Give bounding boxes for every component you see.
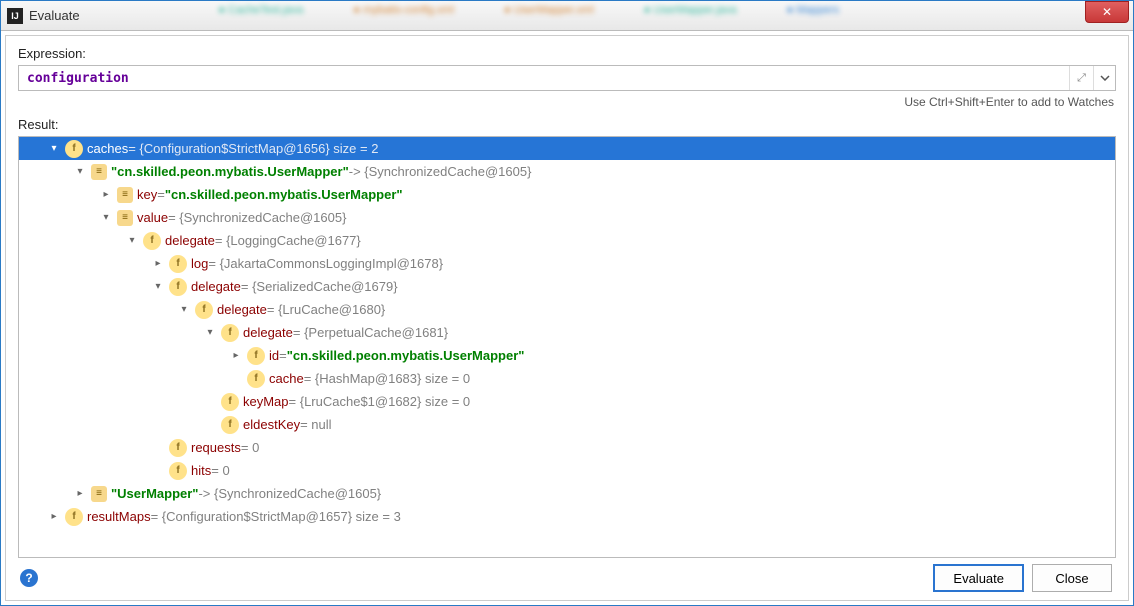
node-value: = {LruCache@1680} (267, 302, 385, 317)
field-icon: f (169, 255, 187, 273)
window-close-button[interactable]: ✕ (1085, 1, 1129, 23)
hint-text: Use Ctrl+Shift+Enter to add to Watches (18, 91, 1116, 117)
node-key: resultMaps (87, 509, 151, 524)
titlebar: IJ Evaluate ● CacheTest.java● mybatis-co… (1, 1, 1133, 31)
node-key: value (137, 210, 168, 225)
tree-row[interactable]: ▸ ≡ "UserMapper" -> {SynchronizedCache@160… (19, 482, 1115, 505)
field-icon: f (65, 140, 83, 158)
map-entry-icon: ≡ (117, 187, 133, 203)
field-icon: f (221, 416, 239, 434)
field-icon: f (247, 370, 265, 388)
node-value: "cn.skilled.peon.mybatis.UserMapper" (287, 348, 525, 363)
app-icon: IJ (7, 8, 23, 24)
field-icon: f (143, 232, 161, 250)
chevron-down-icon[interactable]: ▾ (125, 235, 139, 246)
node-key: requests (191, 440, 241, 455)
tree-row[interactable]: ▾ f delegate = {PerpetualCache@1681} (19, 321, 1115, 344)
map-entry-icon: ≡ (117, 210, 133, 226)
node-key: cache (269, 371, 304, 386)
node-key: log (191, 256, 208, 271)
tree-row[interactable]: fcache = {HashMap@1683} size = 0 (19, 367, 1115, 390)
tree-row[interactable]: ▾ f delegate = {LoggingCache@1677} (19, 229, 1115, 252)
tree-row[interactable]: ▾ ≡ value = {SynchronizedCache@1605} (19, 206, 1115, 229)
chevron-down-icon[interactable]: ▾ (177, 304, 191, 315)
node-value: -> {SynchronizedCache@1605} (349, 164, 532, 179)
chevron-right-icon[interactable]: ▸ (151, 258, 165, 269)
help-icon[interactable]: ? (20, 569, 38, 587)
node-value: = 0 (241, 440, 259, 455)
tree-row[interactable]: ▸fid = "cn.skilled.peon.mybatis.UserMapp… (19, 344, 1115, 367)
expression-row: ⤢ (18, 65, 1116, 91)
field-icon: f (169, 439, 187, 457)
tree-row[interactable]: ▾ fcaches = {Configuration$StrictMap@1656… (19, 137, 1115, 160)
chevron-right-icon[interactable]: ▸ (47, 511, 61, 522)
tree-row[interactable]: ▾ f delegate = {LruCache@1680} (19, 298, 1115, 321)
map-entry-icon: ≡ (91, 486, 107, 502)
node-value: = {LruCache$1@1682} size = 0 (289, 394, 471, 409)
chevron-down-icon[interactable]: ▾ (151, 281, 165, 292)
tree-row[interactable]: fhits = 0 (19, 459, 1115, 482)
node-value: = {PerpetualCache@1681} (293, 325, 448, 340)
field-icon: f (221, 324, 239, 342)
node-value: = {Configuration$StrictMap@1657} size = … (151, 509, 401, 524)
field-icon: f (169, 462, 187, 480)
node-value: = 0 (211, 463, 229, 478)
node-value: = null (300, 417, 331, 432)
dropdown-icon[interactable] (1093, 66, 1115, 90)
expression-label: Expression: (18, 46, 1116, 65)
node-key: delegate (165, 233, 215, 248)
tree-row[interactable]: ▸ f resultMaps = {Configuration$StrictMap@… (19, 505, 1115, 528)
tree-row[interactable]: f requests = 0 (19, 436, 1115, 459)
tree-row[interactable]: ▸≡key = "cn.skilled.peon.mybatis.UserMap… (19, 183, 1115, 206)
node-key: delegate (191, 279, 241, 294)
result-tree[interactable]: ▾fcaches = {Configuration$StrictMap@1656… (18, 136, 1116, 558)
node-value: = {SynchronizedCache@1605} (168, 210, 346, 225)
node-key: "cn.skilled.peon.mybatis.UserMapper" (111, 164, 349, 179)
footer: ? Evaluate Close (18, 558, 1116, 592)
result-label: Result: (18, 117, 1116, 136)
field-icon: f (221, 393, 239, 411)
field-icon: f (195, 301, 213, 319)
chevron-down-icon[interactable]: ▾ (47, 143, 61, 154)
node-key: key (137, 187, 157, 202)
chevron-down-icon[interactable]: ▾ (73, 166, 87, 177)
tree-row[interactable]: ▾ f delegate = {SerializedCache@1679} (19, 275, 1115, 298)
evaluate-button[interactable]: Evaluate (933, 564, 1024, 592)
chevron-right-icon[interactable]: ▸ (229, 350, 243, 361)
expand-icon[interactable]: ⤢ (1069, 66, 1093, 90)
node-key: delegate (217, 302, 267, 317)
node-key: caches (87, 141, 128, 156)
chevron-down-icon[interactable]: ▾ (99, 212, 113, 223)
node-value: -> {SynchronizedCache@1605} (198, 486, 381, 501)
evaluate-panel: Expression: ⤢ Use Ctrl+Shift+Enter to ad… (5, 35, 1129, 601)
node-key: keyMap (243, 394, 289, 409)
expression-input[interactable] (19, 66, 1069, 90)
tree-row[interactable]: f eldestKey = null (19, 413, 1115, 436)
field-icon: f (247, 347, 265, 365)
tree-row[interactable]: ▸ flog = {JakartaCommonsLoggingImpl@1678} (19, 252, 1115, 275)
tree-row[interactable]: fkeyMap = {LruCache$1@1682} size = 0 (19, 390, 1115, 413)
node-value: = {JakartaCommonsLoggingImpl@1678} (208, 256, 443, 271)
node-value: = {Configuration$StrictMap@1656} size = … (128, 141, 378, 156)
tree-row[interactable]: ▾ ≡ "cn.skilled.peon.mybatis.UserMapper" -… (19, 160, 1115, 183)
node-value: "cn.skilled.peon.mybatis.UserMapper" (165, 187, 403, 202)
node-key: eldestKey (243, 417, 300, 432)
node-key: hits (191, 463, 211, 478)
background-tabs: ● CacheTest.java● mybatis-config.xml● Us… (198, 4, 1085, 28)
map-entry-icon: ≡ (91, 164, 107, 180)
field-icon: f (65, 508, 83, 526)
window-title: Evaluate (29, 8, 198, 23)
chevron-right-icon[interactable]: ▸ (73, 488, 87, 499)
node-value: = {SerializedCache@1679} (241, 279, 398, 294)
chevron-down-icon[interactable]: ▾ (203, 327, 217, 338)
node-value: = {HashMap@1683} size = 0 (304, 371, 470, 386)
chevron-right-icon[interactable]: ▸ (99, 189, 113, 200)
node-key: id (269, 348, 279, 363)
node-key: "UserMapper" (111, 486, 198, 501)
node-key: delegate (243, 325, 293, 340)
field-icon: f (169, 278, 187, 296)
node-value: = {LoggingCache@1677} (215, 233, 361, 248)
close-button[interactable]: Close (1032, 564, 1112, 592)
